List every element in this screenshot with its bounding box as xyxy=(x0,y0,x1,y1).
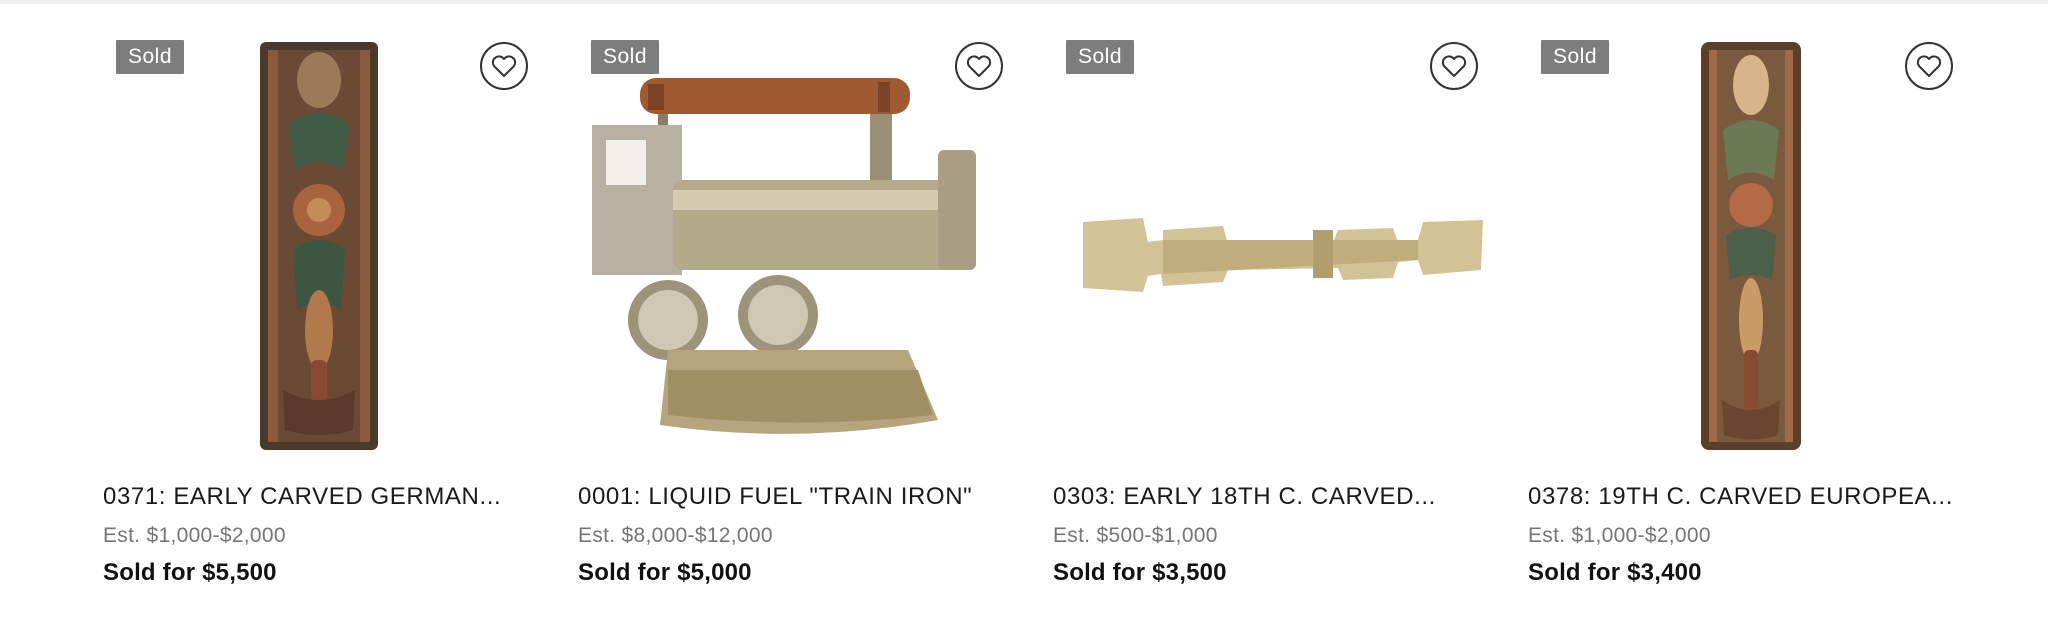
lot-card[interactable]: Sold 0378: 19TH C. CARVED EUROPEA... Est… xyxy=(1528,0,1983,622)
lot-estimate: Est. $500-$1,000 xyxy=(1053,524,1218,547)
lot-title-link[interactable]: 0001: LIQUID FUEL "TRAIN IRON" xyxy=(578,483,1033,511)
heart-icon xyxy=(966,55,992,77)
sold-badge: Sold xyxy=(1541,40,1610,74)
lot-grid: Sold 0371: EARLY CARVED GERMAN... Est. $… xyxy=(0,0,2048,622)
carved-wood-bar-image xyxy=(1083,218,1483,292)
lot-title-link[interactable]: 0303: EARLY 18TH C. CARVED... xyxy=(1053,483,1508,511)
lot-image[interactable] xyxy=(1528,30,1983,460)
train-iron-image xyxy=(592,78,976,434)
lot-card[interactable]: Sold 0001: LIQUID FUEL "TRAIN IRON" Est.… xyxy=(578,0,1033,622)
sold-badge: Sold xyxy=(1066,40,1135,74)
lot-estimate: Est. $1,000-$2,000 xyxy=(1528,524,1711,547)
lot-image[interactable] xyxy=(103,30,558,460)
favorite-button[interactable] xyxy=(480,42,528,90)
lot-card[interactable]: Sold 0371: EARLY CARVED GERMAN... Est. $… xyxy=(103,0,558,622)
heart-icon xyxy=(1441,55,1467,77)
lot-title-link[interactable]: 0371: EARLY CARVED GERMAN... xyxy=(103,483,558,511)
lot-sold-price: Sold for $3,400 xyxy=(1528,559,1702,586)
lot-estimate: Est. $1,000-$2,000 xyxy=(103,524,286,547)
lot-image[interactable] xyxy=(1053,30,1508,460)
favorite-button[interactable] xyxy=(955,42,1003,90)
carved-panel-image xyxy=(260,42,378,450)
lot-sold-price: Sold for $3,500 xyxy=(1053,559,1227,586)
lot-sold-price: Sold for $5,000 xyxy=(578,559,752,586)
lot-image[interactable] xyxy=(578,30,1033,460)
carved-panel-image xyxy=(1701,42,1801,450)
sold-badge: Sold xyxy=(591,40,660,74)
heart-icon xyxy=(1916,55,1942,77)
lot-card[interactable]: Sold 0303: EARLY 18TH C. CARVED... Est. … xyxy=(1053,0,1508,622)
heart-icon xyxy=(491,55,517,77)
lot-estimate: Est. $8,000-$12,000 xyxy=(578,524,773,547)
sold-badge: Sold xyxy=(116,40,185,74)
favorite-button[interactable] xyxy=(1905,42,1953,90)
lot-title-link[interactable]: 0378: 19TH C. CARVED EUROPEA... xyxy=(1528,483,1983,511)
favorite-button[interactable] xyxy=(1430,42,1478,90)
lot-sold-price: Sold for $5,500 xyxy=(103,559,277,586)
